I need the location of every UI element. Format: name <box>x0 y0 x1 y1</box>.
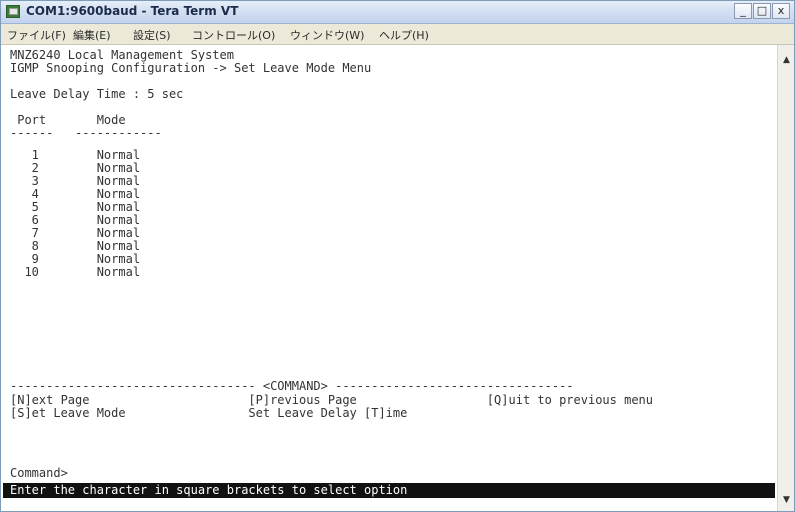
menu-breadcrumb: IGMP Snooping Configuration -> Set Leave… <box>10 61 372 75</box>
maximize-button[interactable]: □ <box>753 3 771 19</box>
window-title: COM1:9600baud - Tera Term VT <box>26 4 239 18</box>
scroll-down-arrow-icon[interactable]: ▼ <box>779 493 794 507</box>
title-bar[interactable]: COM1:9600baud - Tera Term VT _ □ x <box>1 1 794 24</box>
close-button[interactable]: x <box>772 3 790 19</box>
menu-window[interactable]: ウィンドウ(W) <box>290 27 364 43</box>
command-row-2: [S]et Leave Mode Set Leave Delay [T]ime <box>10 406 408 420</box>
menu-control[interactable]: コントロール(O) <box>192 27 275 43</box>
menu-file[interactable]: ファイル(F) <box>7 27 66 43</box>
vertical-scrollbar[interactable]: ▲ ▼ <box>777 45 794 511</box>
port-table-separator: ------ ------------ <box>10 126 162 140</box>
terminal-screen[interactable]: MNZ6240 Local Management System IGMP Sno… <box>3 45 775 511</box>
menu-bar: ファイル(F) 編集(E) 設定(S) コントロール(O) ウィンドウ(W) ヘ… <box>1 24 794 45</box>
terminal-window: COM1:9600baud - Tera Term VT _ □ x ファイル(… <box>0 0 795 512</box>
command-divider: ---------------------------------- <COMM… <box>10 379 574 393</box>
status-message: Enter the character in square brackets t… <box>10 483 408 497</box>
leave-delay-time: Leave Delay Time : 5 sec <box>10 87 184 101</box>
scroll-up-arrow-icon[interactable]: ▲ <box>779 53 794 67</box>
menu-help[interactable]: ヘルプ(H) <box>379 27 429 43</box>
port-row: 10 Normal <box>10 265 141 279</box>
menu-edit[interactable]: 編集(E) <box>73 27 111 43</box>
minimize-button[interactable]: _ <box>734 3 752 19</box>
menu-setup[interactable]: 設定(S) <box>133 27 171 43</box>
terminal-app-icon <box>6 5 20 18</box>
command-prompt[interactable]: Command> <box>10 467 68 480</box>
status-line: Enter the character in square brackets t… <box>3 483 775 498</box>
